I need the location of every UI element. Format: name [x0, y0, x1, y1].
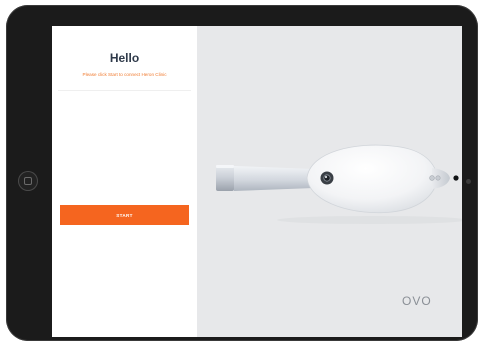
- connect-panel: Hello Please click Start to connect Hero…: [52, 26, 197, 337]
- app-screen: Hello Please click Start to connect Hero…: [52, 26, 462, 337]
- panel-divider: [58, 90, 191, 91]
- connect-instructions: Please click Start to connect Heron Clin…: [82, 72, 167, 77]
- device-preview-panel: OVO: [197, 26, 462, 337]
- tablet-frame: Hello Please click Start to connect Hero…: [6, 5, 478, 341]
- front-camera-icon: [466, 179, 471, 184]
- ovo-logo: OVO: [402, 294, 432, 308]
- intraoral-scanner-device-image: [216, 144, 462, 224]
- page-title: Hello: [109, 51, 140, 65]
- start-button[interactable]: START: [60, 205, 189, 225]
- home-button-icon[interactable]: [18, 171, 38, 191]
